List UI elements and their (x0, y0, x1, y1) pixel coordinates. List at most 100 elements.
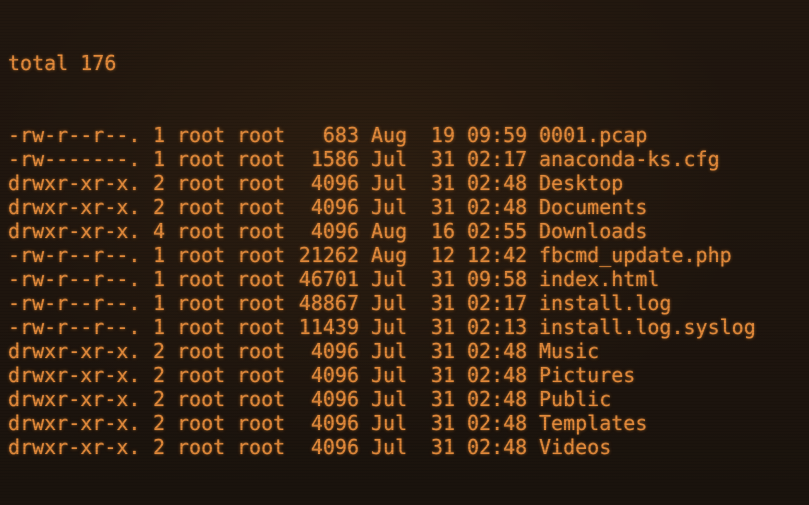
file-permissions: drwxr-xr-x. (8, 219, 141, 243)
listing-row: -rw-r--r--. 1 root root 11439 Jul 31 02:13 insta… (8, 315, 756, 339)
file-owner: root (177, 363, 226, 387)
link-count: 1 (153, 123, 166, 147)
file-owner: root (177, 435, 226, 459)
modified-time: 09:59 (467, 123, 528, 147)
modified-day: 16 (430, 219, 455, 243)
modified-month: Jul (371, 435, 408, 459)
file-permissions: drwxr-xr-x. (8, 195, 141, 219)
file-owner: root (177, 171, 226, 195)
link-count: 1 (153, 291, 166, 315)
modified-day: 31 (430, 411, 455, 435)
file-owner: root (177, 291, 226, 315)
file-name: index.html (539, 267, 660, 291)
modified-day: 31 (430, 363, 455, 387)
file-group: root (237, 363, 286, 387)
file-group: root (237, 147, 286, 171)
file-group: root (237, 411, 286, 435)
modified-month: Aug (371, 123, 408, 147)
file-owner: root (177, 243, 226, 267)
modified-day: 31 (430, 147, 455, 171)
directory-listing: -rw-r--r--. 1 root root 683 Aug 19 09:59 0001.pc… (8, 123, 756, 459)
file-size: 11439 (298, 315, 359, 339)
modified-day: 12 (430, 243, 455, 267)
file-owner: root (177, 339, 226, 363)
file-group: root (237, 339, 286, 363)
file-name: Pictures (539, 363, 636, 387)
modified-month: Jul (371, 291, 408, 315)
file-size: 4096 (310, 339, 359, 363)
file-size: 4096 (310, 363, 359, 387)
modified-month: Aug (371, 219, 408, 243)
file-permissions: -rw-r--r--. (8, 291, 141, 315)
file-size: 1586 (310, 147, 359, 171)
modified-day: 31 (430, 267, 455, 291)
modified-day: 19 (430, 123, 455, 147)
file-group: root (237, 315, 286, 339)
link-count: 1 (153, 243, 166, 267)
terminal-screen[interactable]: total 176 -rw-r--r--. 1 root root 683 Aug 19 09… (0, 0, 809, 505)
modified-month: Jul (371, 387, 408, 411)
terminal-output[interactable]: total 176 -rw-r--r--. 1 root root 683 Aug 19 09… (8, 3, 756, 505)
link-count: 2 (153, 387, 166, 411)
file-name: install.log (539, 291, 672, 315)
modified-month: Jul (371, 411, 408, 435)
file-permissions: drwxr-xr-x. (8, 411, 141, 435)
listing-row: -rw-------. 1 root root 1586 Jul 31 02:17 anacon… (8, 147, 756, 171)
file-size: 683 (322, 123, 359, 147)
modified-time: 02:48 (467, 339, 528, 363)
file-group: root (237, 171, 286, 195)
modified-time: 02:48 (467, 435, 528, 459)
file-group: root (237, 195, 286, 219)
file-size: 21262 (298, 243, 359, 267)
listing-row: drwxr-xr-x. 2 root root 4096 Jul 31 02:48 Public (8, 387, 756, 411)
modified-day: 31 (430, 339, 455, 363)
modified-time: 02:48 (467, 195, 528, 219)
file-size: 4096 (310, 171, 359, 195)
file-name: install.log.syslog (539, 315, 756, 339)
modified-day: 31 (430, 291, 455, 315)
modified-time: 02:17 (467, 291, 528, 315)
file-size: 4096 (310, 435, 359, 459)
file-permissions: drwxr-xr-x. (8, 363, 141, 387)
listing-row: drwxr-xr-x. 2 root root 4096 Jul 31 02:48 Deskto… (8, 171, 756, 195)
link-count: 1 (153, 315, 166, 339)
listing-row: drwxr-xr-x. 2 root root 4096 Jul 31 02:48 Videos (8, 435, 756, 459)
modified-day: 31 (430, 315, 455, 339)
file-group: root (237, 123, 286, 147)
file-group: root (237, 435, 286, 459)
listing-row: drwxr-xr-x. 2 root root 4096 Jul 31 02:48 Templa… (8, 411, 756, 435)
listing-row: drwxr-xr-x. 2 root root 4096 Jul 31 02:48 Pictur… (8, 363, 756, 387)
modified-time: 02:13 (467, 315, 528, 339)
file-name: fbcmd_update.php (539, 243, 732, 267)
modified-time: 02:48 (467, 363, 528, 387)
modified-month: Aug (371, 243, 408, 267)
file-owner: root (177, 219, 226, 243)
link-count: 1 (153, 147, 166, 171)
link-count: 2 (153, 435, 166, 459)
listing-row: -rw-r--r--. 1 root root 683 Aug 19 09:59 0001.pc… (8, 123, 756, 147)
file-name: Documents (539, 195, 648, 219)
listing-row: -rw-r--r--. 1 root root 21262 Aug 12 12:42 fbcmd… (8, 243, 756, 267)
file-group: root (237, 243, 286, 267)
file-name: Desktop (539, 171, 624, 195)
modified-month: Jul (371, 315, 408, 339)
modified-month: Jul (371, 363, 408, 387)
file-permissions: -rw-r--r--. (8, 243, 141, 267)
file-group: root (237, 387, 286, 411)
file-permissions: -rw-------. (8, 147, 141, 171)
listing-row: drwxr-xr-x. 4 root root 4096 Aug 16 02:55 Downlo… (8, 219, 756, 243)
file-owner: root (177, 147, 226, 171)
file-name: Public (539, 387, 612, 411)
listing-row: -rw-r--r--. 1 root root 48867 Jul 31 02:17 insta… (8, 291, 756, 315)
file-name: anaconda-ks.cfg (539, 147, 720, 171)
file-group: root (237, 267, 286, 291)
modified-month: Jul (371, 171, 408, 195)
link-count: 2 (153, 411, 166, 435)
link-count: 1 (153, 267, 166, 291)
modified-time: 09:58 (467, 267, 528, 291)
file-permissions: drwxr-xr-x. (8, 387, 141, 411)
file-permissions: -rw-r--r--. (8, 123, 141, 147)
file-group: root (237, 219, 286, 243)
file-permissions: drwxr-xr-x. (8, 339, 141, 363)
file-size: 48867 (298, 291, 359, 315)
